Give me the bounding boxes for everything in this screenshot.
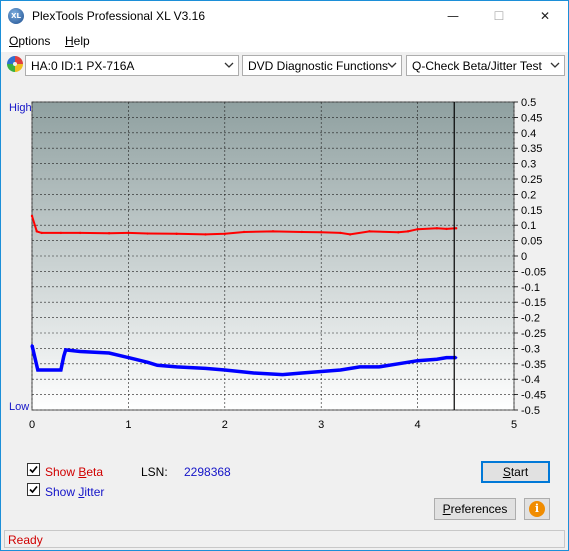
beta-jitter-chart: 0 1 2 3 4 5 0.5 0.45 0.4 0.35 0.3 0.25 0.2 0.15 0.1 0.… xyxy=(29,97,546,431)
beta-point xyxy=(300,230,304,234)
jitter-point xyxy=(107,351,111,355)
y-tick-label: -0.35 xyxy=(521,359,546,371)
x-tick-label: 2 xyxy=(222,419,228,431)
beta-point xyxy=(348,233,352,236)
jitter-point xyxy=(445,356,448,359)
beta-point xyxy=(339,231,342,235)
lsn-label: LSN: xyxy=(141,465,168,479)
beta-point xyxy=(40,231,43,235)
show-jitter-label[interactable]: Show Jitter xyxy=(45,485,104,499)
jitter-point xyxy=(223,368,226,372)
y-tick-label: -0.2 xyxy=(521,313,540,325)
jitter-point xyxy=(64,348,67,352)
beta-point xyxy=(445,227,448,231)
preferences-button[interactable]: Preferences xyxy=(434,498,516,520)
jitter-point xyxy=(50,368,53,372)
show-beta-label[interactable]: Show Beta xyxy=(45,465,103,479)
jitter-point xyxy=(156,364,159,367)
show-beta-checkbox[interactable] xyxy=(27,463,40,476)
jitter-point xyxy=(36,368,39,372)
y-tick-label: 0 xyxy=(521,251,527,263)
beta-point xyxy=(79,231,82,235)
jitter-point xyxy=(252,371,255,375)
checkmark-icon xyxy=(29,485,38,494)
jitter-point xyxy=(127,356,130,359)
y-tick-label: 0.5 xyxy=(521,97,536,109)
x-tick-label: 4 xyxy=(415,419,421,431)
jitter-point xyxy=(33,356,37,359)
y-tick-label: -0.25 xyxy=(521,328,546,340)
beta-point xyxy=(242,230,246,234)
beta-point xyxy=(416,228,419,231)
jitter-point xyxy=(175,365,178,369)
beta-point xyxy=(271,230,275,233)
jitter-point xyxy=(377,365,381,369)
y-tick-label: -0.15 xyxy=(521,297,546,309)
x-tick-label: 1 xyxy=(125,419,131,431)
x-tick-label: 5 xyxy=(511,419,517,431)
jitter-point xyxy=(416,359,419,362)
beta-point xyxy=(406,230,410,233)
jitter-point xyxy=(40,368,43,372)
jitter-point xyxy=(79,350,82,353)
jitter-point xyxy=(62,354,66,358)
beta-point xyxy=(223,232,226,236)
y-tick-label: -0.3 xyxy=(521,343,540,355)
y-tick-label: 0.15 xyxy=(521,205,542,217)
beta-point xyxy=(435,227,439,230)
y-tick-label: 0.35 xyxy=(521,143,542,155)
y-tick-label: 0.4 xyxy=(521,128,536,140)
jitter-point xyxy=(281,373,284,376)
lsn-value: 2298368 xyxy=(184,465,231,479)
beta-point xyxy=(397,231,400,234)
jitter-point xyxy=(339,368,342,372)
status-text: Ready xyxy=(8,533,43,547)
y-tick-label: -0.1 xyxy=(521,282,540,294)
checkmark-icon xyxy=(29,465,38,474)
beta-point xyxy=(204,233,207,236)
beta-point xyxy=(107,232,111,235)
beta-point xyxy=(175,232,178,236)
y-tick-label: -0.5 xyxy=(521,405,540,417)
jitter-point xyxy=(204,367,207,370)
beta-point xyxy=(368,230,371,233)
jitter-point xyxy=(146,361,149,364)
info-button[interactable]: i xyxy=(524,498,550,520)
jitter-point xyxy=(59,368,63,372)
beta-point xyxy=(320,231,323,234)
beta-point xyxy=(59,231,63,235)
y-tick-label: 0.1 xyxy=(521,220,536,232)
beta-point xyxy=(35,230,39,233)
status-bar: Ready xyxy=(4,530,565,548)
beta-point xyxy=(30,214,34,218)
x-tick-label: 3 xyxy=(318,419,324,431)
x-tick-label: 0 xyxy=(29,419,35,431)
y-tick-label: -0.45 xyxy=(521,390,546,402)
beta-point xyxy=(146,232,149,235)
jitter-point xyxy=(358,365,361,369)
y-tick-label: 0.45 xyxy=(521,112,542,124)
beta-point xyxy=(454,227,458,230)
info-icon: i xyxy=(529,501,545,517)
jitter-point xyxy=(454,356,458,359)
y-tick-label: 0.25 xyxy=(521,174,542,186)
y-tick-label: 0.3 xyxy=(521,159,536,171)
jitter-point xyxy=(397,362,400,365)
beta-point xyxy=(127,231,130,235)
start-button[interactable]: Start xyxy=(481,461,550,483)
y-tick-label: -0.05 xyxy=(521,266,546,278)
show-jitter-checkbox[interactable] xyxy=(27,483,40,496)
jitter-point xyxy=(320,370,323,373)
y-tick-label: 0.05 xyxy=(521,236,542,248)
application-window: XL PlexTools Professional XL V3.16 — ☐ ✕… xyxy=(0,0,569,551)
jitter-point xyxy=(30,344,34,347)
y-tick-label: -0.4 xyxy=(521,374,540,386)
y-tick-label: 0.2 xyxy=(521,189,536,201)
jitter-point xyxy=(435,357,439,361)
jitter-point xyxy=(300,371,304,375)
